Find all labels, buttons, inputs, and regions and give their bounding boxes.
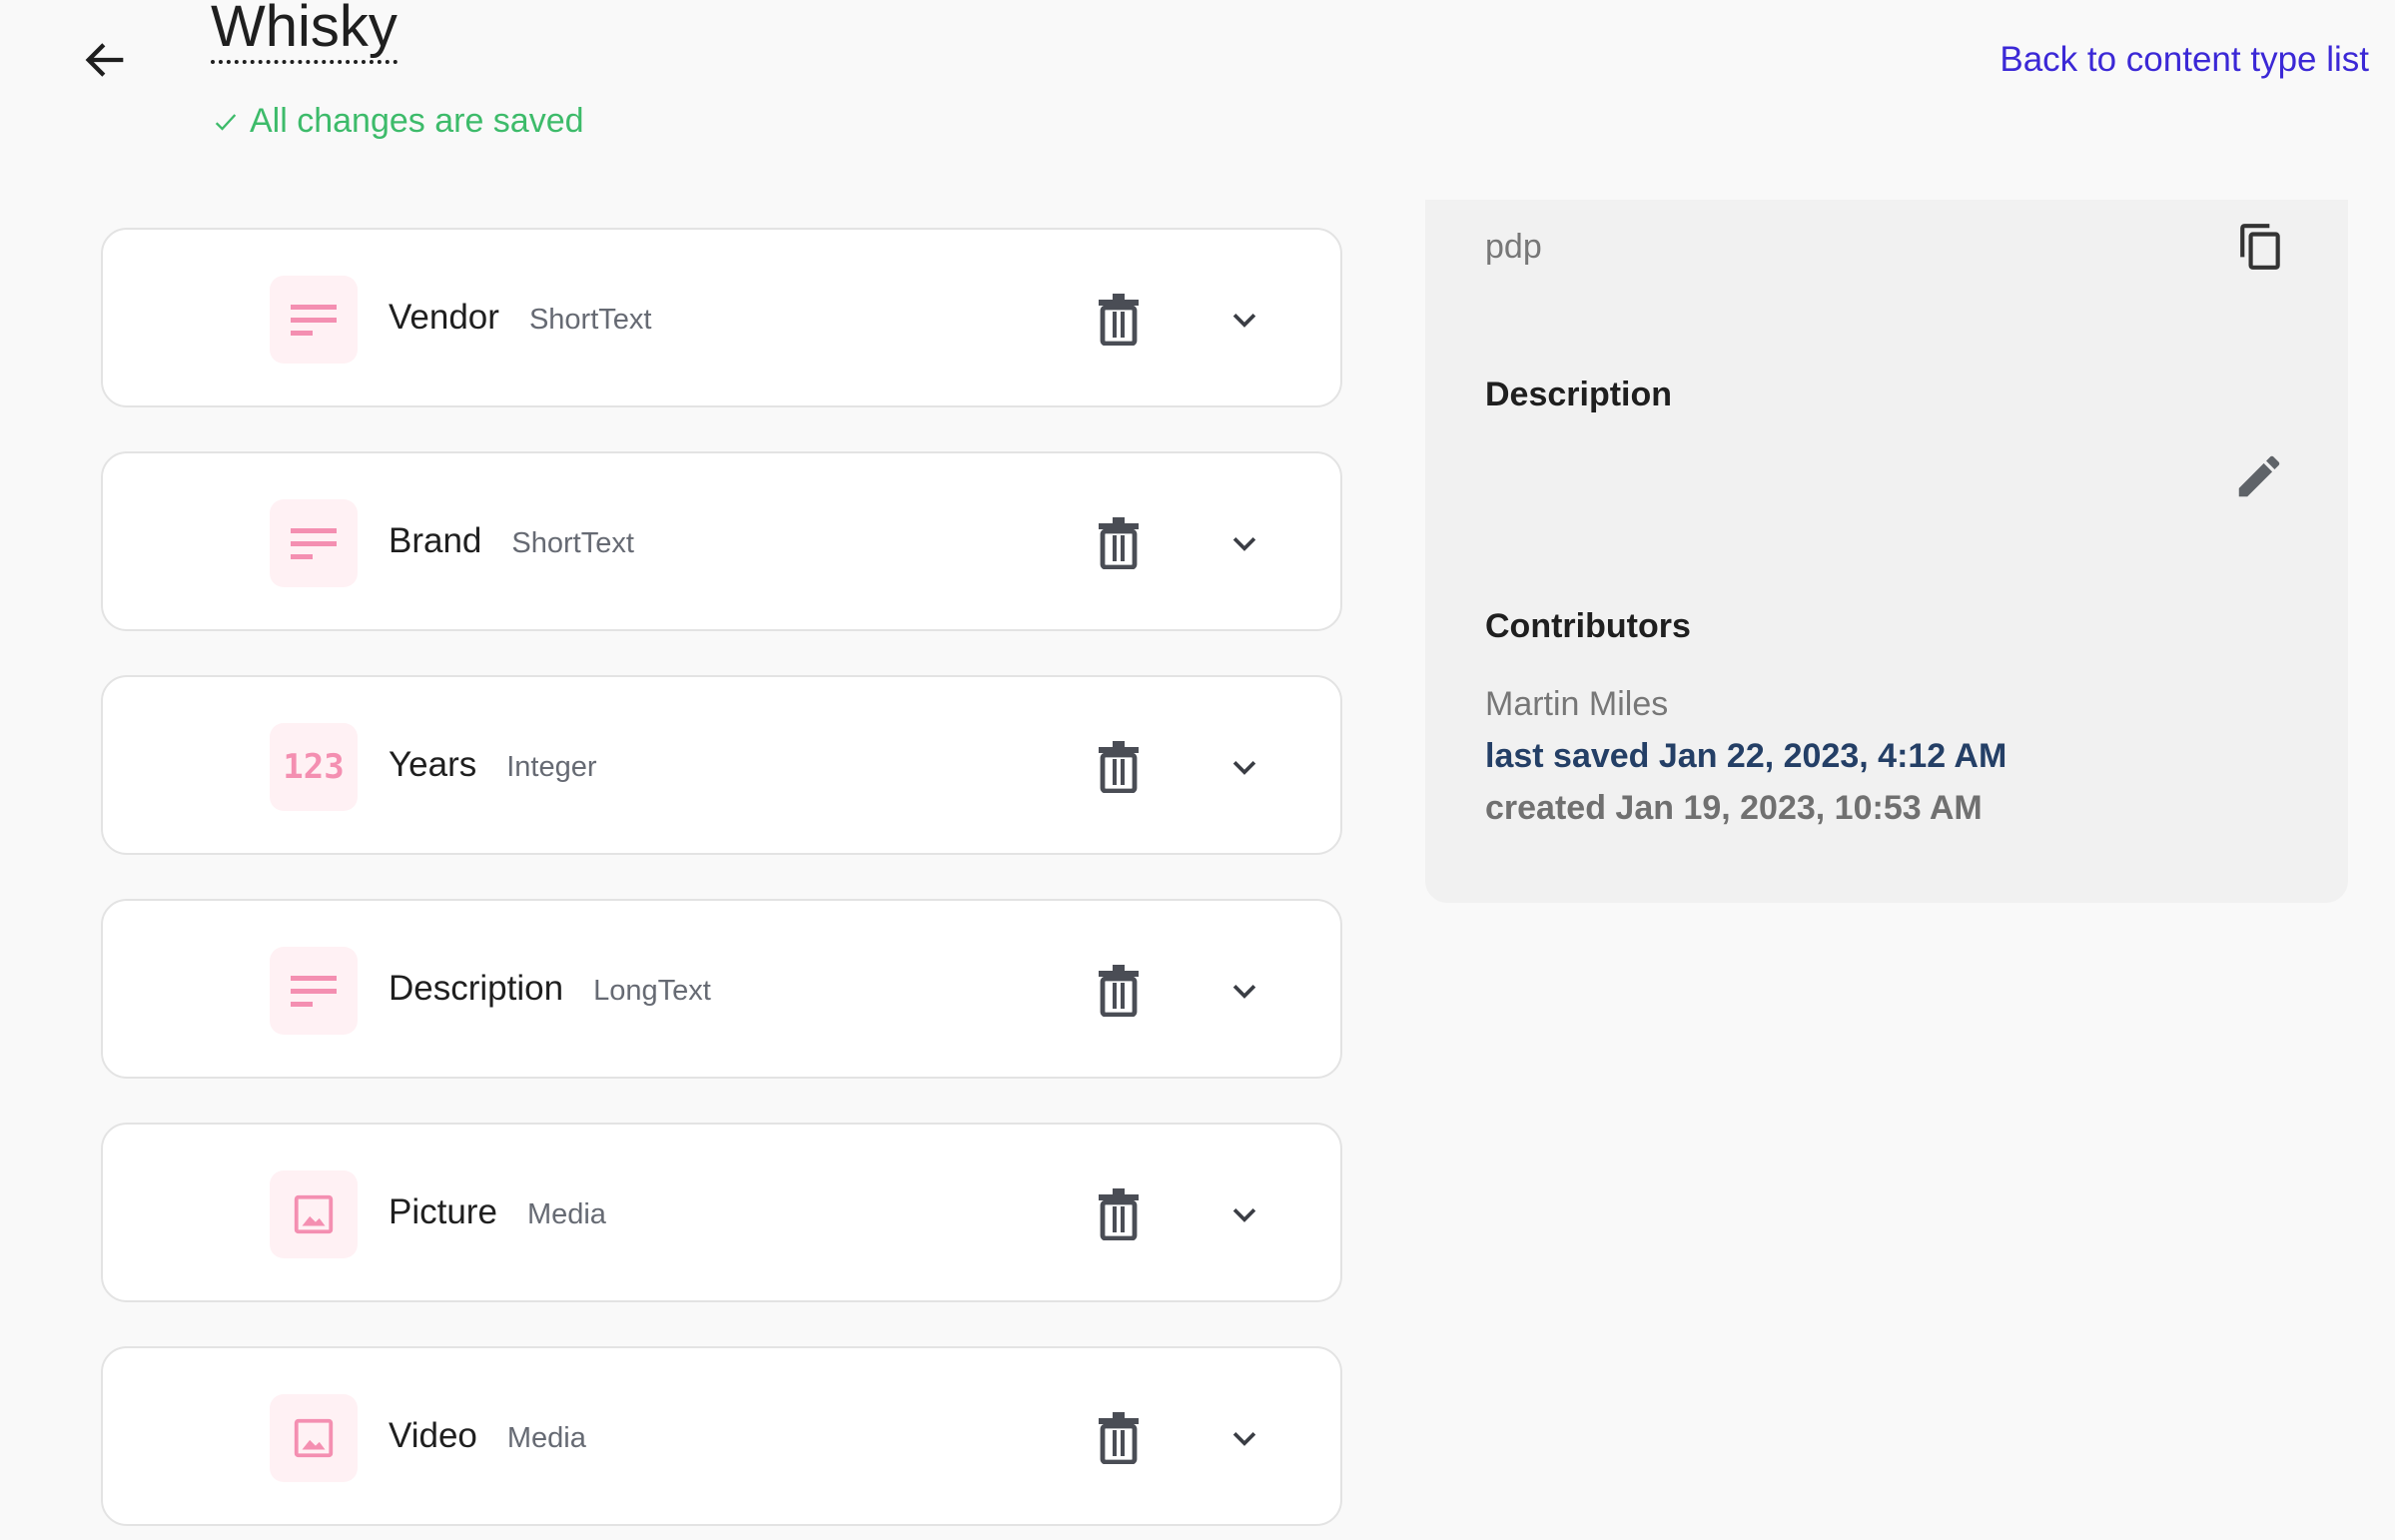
- field-row: Video Media: [101, 1346, 1342, 1526]
- page-title[interactable]: Whisky: [211, 0, 398, 64]
- save-status-text: All changes are saved: [250, 102, 584, 140]
- number-123-icon: 123: [270, 723, 358, 811]
- trash-icon[interactable]: [1097, 1188, 1141, 1240]
- chevron-down-icon[interactable]: [1227, 304, 1261, 338]
- trash-icon[interactable]: [1097, 517, 1141, 569]
- contributor-name: Martin Miles: [1485, 685, 1669, 723]
- trash-icon[interactable]: [1097, 1412, 1141, 1464]
- image-icon: [270, 1394, 358, 1482]
- chevron-down-icon[interactable]: [1227, 527, 1261, 561]
- field-type: Integer: [506, 751, 597, 783]
- field-name: Years: [389, 745, 477, 784]
- created-date: created Jan 19, 2023, 10:53 AM: [1485, 789, 1983, 827]
- chevron-down-icon[interactable]: [1227, 1422, 1261, 1456]
- field-name: Brand: [389, 521, 482, 560]
- field-row: 123 Years Integer: [101, 675, 1342, 855]
- text-lines-icon: [270, 947, 358, 1035]
- save-status: All changes are saved: [212, 102, 584, 141]
- text-lines-icon: [270, 276, 358, 364]
- field-type: LongText: [593, 975, 711, 1007]
- field-name: Video: [389, 1416, 477, 1455]
- pencil-icon[interactable]: [2232, 449, 2286, 503]
- trash-icon[interactable]: [1097, 741, 1141, 793]
- details-panel: pdp Description Contributors Martin Mile…: [1425, 200, 2348, 903]
- field-name: Vendor: [389, 298, 499, 337]
- last-saved: last saved Jan 22, 2023, 4:12 AM: [1485, 737, 2007, 775]
- text-lines-icon: [270, 499, 358, 587]
- chevron-down-icon[interactable]: [1227, 751, 1261, 785]
- field-type: Media: [506, 1422, 586, 1454]
- field-type: ShortText: [528, 304, 652, 336]
- field-row: Vendor ShortText: [101, 228, 1342, 407]
- contributors-heading: Contributors: [1485, 607, 1691, 645]
- field-row: Brand ShortText: [101, 451, 1342, 631]
- field-type: Media: [526, 1198, 606, 1230]
- field-type: ShortText: [511, 527, 634, 559]
- chevron-down-icon[interactable]: [1227, 975, 1261, 1009]
- back-to-content-type-list-link[interactable]: Back to content type list: [1999, 40, 2369, 80]
- chevron-down-icon[interactable]: [1227, 1198, 1261, 1232]
- field-row: Picture Media: [101, 1123, 1342, 1302]
- field-name: Picture: [389, 1192, 497, 1231]
- description-heading: Description: [1485, 376, 1673, 413]
- api-id: pdp: [1485, 228, 1542, 266]
- copy-icon[interactable]: [2236, 220, 2286, 274]
- trash-icon[interactable]: [1097, 294, 1141, 346]
- field-name: Description: [389, 969, 564, 1008]
- image-icon: [270, 1170, 358, 1258]
- back-arrow-icon[interactable]: [80, 34, 132, 86]
- check-icon: [215, 113, 237, 131]
- trash-icon[interactable]: [1097, 965, 1141, 1017]
- field-row: Description LongText: [101, 899, 1342, 1079]
